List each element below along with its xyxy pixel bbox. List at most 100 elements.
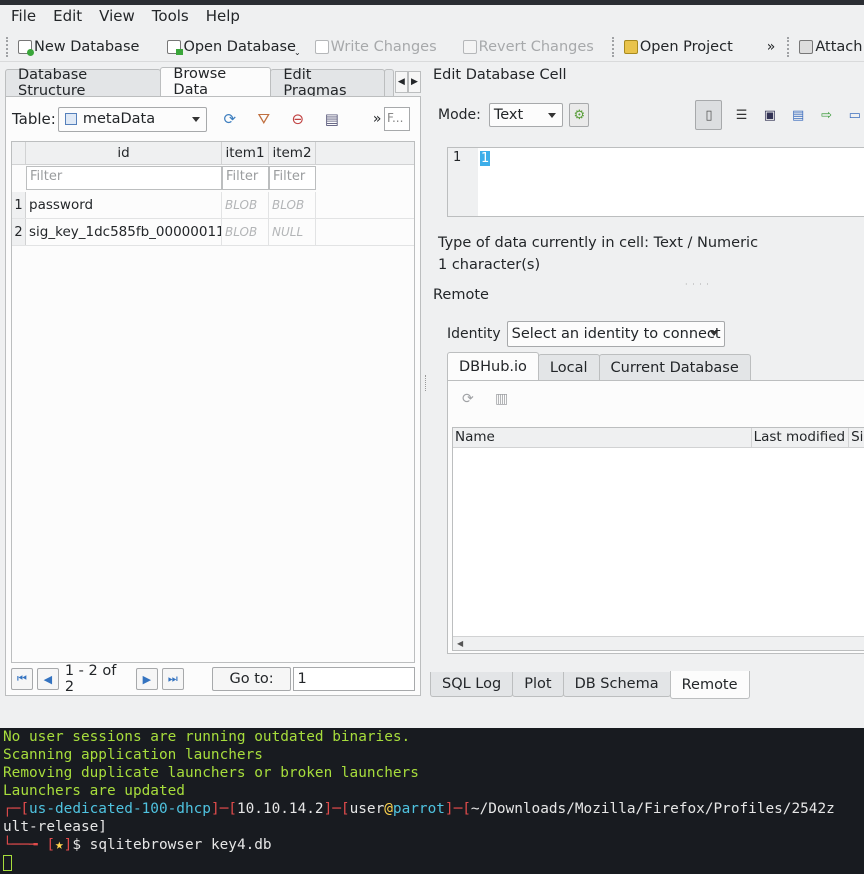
- column-header-item1[interactable]: item1: [222, 142, 269, 164]
- terminal-line: Launchers are updated: [3, 783, 185, 799]
- menu-help[interactable]: Help: [200, 6, 246, 27]
- clear-filters-icon[interactable]: ⛛: [253, 108, 275, 130]
- write-changes-button[interactable]: Write Changes: [311, 34, 441, 60]
- menu-view[interactable]: View: [93, 6, 141, 27]
- main-tabs: Database Structure Browse Data Edit Prag…: [5, 66, 421, 99]
- cell-size-text: 1 character(s): [438, 257, 541, 273]
- table-label: Table:: [12, 110, 56, 128]
- import-icon[interactable]: ▤: [789, 104, 807, 126]
- mode-row: Mode: Text ⚙ ▯ ☰ ▣ ▤ ⇨ ▭: [438, 100, 864, 130]
- previous-record-icon[interactable]: ◀: [36, 668, 59, 690]
- table-icon: [64, 113, 77, 125]
- cell-type-info: Type of data currently in cell: Text / N…: [438, 232, 758, 276]
- cell-item1[interactable]: BLOB: [222, 219, 269, 245]
- tab-remote[interactable]: Remote: [669, 671, 750, 699]
- apply-icon[interactable]: ⇨: [817, 104, 835, 126]
- column-header-name[interactable]: Name: [453, 428, 752, 447]
- column-header-size[interactable]: Si: [849, 428, 864, 447]
- open-database-button[interactable]: Open Database ⌄: [163, 34, 304, 60]
- revert-changes-icon: [462, 39, 477, 54]
- tab-database-structure[interactable]: Database Structure: [5, 67, 162, 99]
- go-to-input[interactable]: 1: [293, 667, 416, 691]
- tab-local[interactable]: Local: [537, 354, 600, 380]
- save-table-as-icon[interactable]: ▤: [321, 108, 343, 130]
- column-header-item2[interactable]: item2: [269, 142, 316, 164]
- indent-icon[interactable]: ☰: [732, 104, 750, 126]
- table-select[interactable]: metaData: [57, 106, 207, 132]
- cell-item2[interactable]: BLOB: [269, 192, 316, 218]
- tab-execute-sql[interactable]: [383, 69, 394, 96]
- attach-database-button[interactable]: Attach D: [795, 34, 864, 60]
- filter-overflow-icon[interactable]: »: [373, 111, 382, 127]
- tab-browse-data[interactable]: Browse Data: [160, 66, 272, 98]
- go-to-button[interactable]: Go to:: [211, 667, 292, 691]
- cell-id[interactable]: password: [26, 192, 222, 218]
- refresh-icon[interactable]: ⟳: [219, 108, 241, 130]
- new-database-button[interactable]: New Database: [14, 34, 143, 60]
- attach-database-icon: [799, 39, 814, 54]
- auto-switch-mode-icon[interactable]: ⚙: [569, 103, 590, 127]
- tab-current-database[interactable]: Current Database: [598, 354, 751, 380]
- row-number[interactable]: 2: [12, 219, 26, 245]
- revert-changes-button[interactable]: Revert Changes: [459, 34, 598, 60]
- open-database-icon: [167, 39, 184, 55]
- first-record-icon[interactable]: ⏮: [11, 668, 33, 690]
- global-filter-input[interactable]: F...: [384, 107, 410, 131]
- remote-title: Remote: [433, 287, 489, 303]
- word-wrap-icon[interactable]: ▯: [695, 100, 723, 130]
- dock-splitter-handle[interactable]: · · · ·: [685, 280, 710, 289]
- cell-item2[interactable]: NULL: [269, 219, 316, 245]
- terminal-command-line: └──╼ [★]$ sqlitebrowser key4.db: [3, 837, 272, 853]
- tab-db-schema[interactable]: DB Schema: [562, 672, 671, 697]
- prompt-machine: parrot: [392, 801, 445, 817]
- data-grid: id item1 item2 Filter Filter Filter 1 pa…: [11, 141, 415, 663]
- mode-select[interactable]: Text: [488, 103, 564, 127]
- prompt-path-continued: ult-release]: [3, 819, 107, 835]
- menu-tools[interactable]: Tools: [146, 6, 195, 27]
- filter-input-item1[interactable]: Filter: [222, 166, 269, 190]
- corner-header[interactable]: [12, 142, 26, 164]
- tab-scroll-left-icon[interactable]: ◀: [394, 71, 408, 93]
- pane-splitter[interactable]: [425, 375, 428, 391]
- tab-scroll-right-icon[interactable]: ▶: [407, 71, 421, 93]
- remote-pane: ⟳ ▥ Name Last modified Si ◀: [447, 380, 864, 654]
- menu-file[interactable]: File: [5, 6, 42, 27]
- tab-edit-pragmas[interactable]: Edit Pragmas: [270, 67, 385, 99]
- last-record-icon[interactable]: ⏭: [161, 668, 184, 690]
- cell-item1[interactable]: BLOB: [222, 192, 269, 218]
- menu-edit[interactable]: Edit: [47, 6, 88, 27]
- file-list-header: Name Last modified Si: [453, 428, 864, 448]
- cell-id[interactable]: sig_key_1dc585fb_00000011: [26, 219, 222, 245]
- filter-input-id[interactable]: Filter: [26, 166, 222, 190]
- open-project-button[interactable]: Open Project: [620, 34, 737, 60]
- identity-label: Identity: [447, 326, 501, 342]
- table-row[interactable]: 2 sig_key_1dc585fb_00000011 BLOB NULL: [12, 219, 414, 246]
- column-header-last-modified[interactable]: Last modified: [752, 428, 850, 447]
- clone-database-icon[interactable]: ▥: [495, 391, 513, 409]
- cell-editor[interactable]: 1 1: [447, 147, 864, 217]
- toolbar-overflow-icon[interactable]: »: [767, 39, 776, 55]
- set-null-icon[interactable]: ▭: [846, 104, 864, 126]
- column-header-id[interactable]: id: [26, 142, 222, 164]
- table-row[interactable]: 1 password BLOB BLOB: [12, 192, 414, 219]
- clear-sorting-icon[interactable]: ⊖: [287, 108, 309, 130]
- refresh-icon[interactable]: ⟳: [462, 391, 480, 409]
- dock-tabs: SQL Log Plot DB Schema Remote: [430, 671, 750, 699]
- export-icon[interactable]: ▣: [761, 104, 779, 126]
- cell-editor-text[interactable]: 1: [480, 151, 491, 166]
- row-number[interactable]: 1: [12, 192, 26, 218]
- tab-plot[interactable]: Plot: [512, 672, 564, 697]
- cell-type-text: Type of data currently in cell: Text / N…: [438, 235, 759, 251]
- remote-file-list[interactable]: Name Last modified Si ◀: [452, 427, 864, 651]
- terminal[interactable]: No user sessions are running outdated bi…: [0, 728, 864, 874]
- tab-dbhub[interactable]: DBHub.io: [447, 352, 539, 381]
- dropdown-arrow-icon[interactable]: ⌄: [294, 48, 301, 57]
- table-selector-row: Table: metaData ⟳ ⛛ ⊖ ▤ » F...: [12, 105, 416, 133]
- identity-select[interactable]: Select an identity to connect: [506, 321, 725, 347]
- filter-input-item2[interactable]: Filter: [269, 166, 316, 190]
- tab-sql-log[interactable]: SQL Log: [430, 672, 514, 697]
- next-record-icon[interactable]: ▶: [135, 668, 158, 690]
- browse-data-panel: Table: metaData ⟳ ⛛ ⊖ ▤ » F... id item1 …: [5, 96, 421, 696]
- horizontal-scrollbar[interactable]: ◀: [453, 636, 864, 650]
- toolbar-handle[interactable]: [6, 36, 8, 57]
